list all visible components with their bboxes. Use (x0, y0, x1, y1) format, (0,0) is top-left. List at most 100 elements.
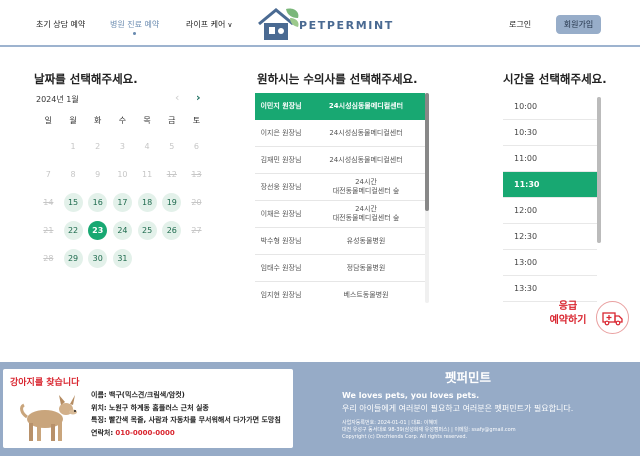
vet-option[interactable]: 임태수 원장님 정담동물병원 (255, 255, 425, 282)
weekday-label: 수 (118, 116, 127, 125)
time-slot[interactable]: 13:30 (503, 276, 597, 302)
location-label: 위치: (91, 403, 107, 412)
calendar-day: 8 (70, 169, 76, 179)
vet-option[interactable]: 임지현 원장님 베스트동물병원 (255, 282, 425, 303)
lost-pet-name-row: 이름: 백구(믹스견/크림색/암컷) (91, 389, 281, 402)
vet-option[interactable]: 이민지 원장님 24시성심동물메디컬센터 (255, 93, 425, 120)
nav-hospital-reservation[interactable]: 병원 진료 예약 (110, 19, 159, 30)
vet-hospital-line: 24시성심동물메디컬센터 (329, 155, 403, 164)
calendar-day: 1 (70, 141, 76, 151)
calendar-day: 9 (95, 169, 101, 179)
calendar-day: 21 (43, 225, 54, 235)
vet-hospital-line: 베스트동물병원 (343, 290, 389, 299)
calendar-week-row: 14 15 16 17 18 19 20 (36, 188, 218, 216)
vet-hospital: 베스트동물병원 (307, 291, 425, 300)
weekday-header: 일월화수목금토 (36, 110, 218, 132)
vet-hospital-line: 24시성심동물메디컬센터 (329, 128, 403, 137)
vet-name: 임태수 원장님 (260, 264, 302, 272)
calendar-day: 27 (191, 225, 202, 235)
emergency-label-line1: 응급 (558, 301, 578, 312)
calendar-day[interactable]: 29 (63, 248, 83, 268)
logo-text: PETPERMINT (299, 19, 394, 32)
vet-option[interactable]: 이채은 원장님 24시간 대전동물메디컬센터 숲 (255, 201, 425, 228)
nav-life-care-label: 라이프 케어 (186, 20, 226, 29)
time-slot[interactable]: 10:00 (503, 94, 597, 120)
calendar-day: 3 (119, 141, 125, 151)
contact-phone[interactable]: 010-0000-0000 (115, 429, 174, 437)
feature-value: 빨간색 목줄, 사람과 자동차를 무서워해서 다가가면 도망침 (108, 416, 281, 424)
calendar-day-selected[interactable]: 23 (88, 220, 108, 240)
calendar-day: 2 (95, 141, 101, 151)
vet-hospital-line: 24시간 (355, 205, 377, 213)
vet-name: 김재민 원장님 (260, 156, 302, 164)
weekday-label: 일 (44, 116, 53, 125)
weekday-label: 목 (143, 116, 151, 125)
next-month-icon[interactable]: › (196, 91, 201, 104)
vet-name: 이지은 원장님 (260, 129, 302, 137)
lost-pet-contact-row: 연락처: 010-0000-0000 (91, 427, 281, 440)
calendar-day: 13 (191, 169, 202, 179)
emergency-label-line2: 예약하기 (549, 315, 587, 326)
time-slot[interactable]: 13:00 (503, 250, 597, 276)
name-label: 이름: (91, 391, 107, 399)
time-slot[interactable]: 11:00 (503, 146, 597, 172)
vet-hospital: 24시성심동물메디컬센터 (307, 102, 425, 111)
logo[interactable]: PETPERMINT (256, 6, 392, 42)
time-scrollbar-thumb[interactable] (597, 97, 601, 243)
lost-pet-location-row: 위치: 노원구 하계동 홈플러스 근처 실종 (91, 402, 281, 415)
lost-pet-info: 이름: 백구(믹스견/크림색/암컷) 위치: 노원구 하계동 홈플러스 근처 실… (91, 389, 281, 439)
vet-option[interactable]: 장선웅 원장님 24시간 대전동물메디컬센터 숲 (255, 174, 425, 201)
vet-hospital: 24시성심동물메디컬센터 (307, 129, 425, 138)
calendar-day: 4 (144, 141, 150, 151)
vet-option[interactable]: 김재민 원장님 24시성심동물메디컬센터 (255, 147, 425, 174)
contact-label: 연락처: (91, 428, 114, 437)
time-slot[interactable]: 10:30 (503, 120, 597, 146)
calendar-week-row: 7 8 9 10 11 12 13 (36, 160, 218, 188)
vet-hospital-line: 24시성심동물메디컬센터 (328, 101, 404, 110)
calendar-day[interactable]: 24 (112, 220, 132, 240)
calendar-week-row: 28 29 30 31 (36, 244, 218, 272)
time-slot-list: 10:00 10:30 11:00 11:30 12:00 12:30 13:00 13:30 (503, 94, 597, 304)
vet-hospital: 24시성심동물메디컬센터 (307, 156, 425, 165)
calendar-day[interactable]: 17 (112, 192, 132, 212)
vet-name: 장선웅 원장님 (260, 183, 302, 191)
vet-section-title: 원하시는 수의사를 선택해주세요. (257, 72, 418, 86)
nav-life-care[interactable]: 라이프 케어 ∨ (186, 19, 232, 30)
vet-hospital-line: 유성동물병원 (346, 236, 386, 245)
nav-initial-consult[interactable]: 초기 상담 예약 (36, 19, 85, 30)
weekday-label: 토 (192, 116, 201, 125)
company-line-1: 사업자등록번호: 2024-01-01 | 대표: 이혜미 (342, 420, 438, 426)
calendar-day[interactable]: 31 (112, 248, 132, 268)
calendar-grid: 일월화수목금토 1 2 3 4 5 6 7 8 9 10 11 12 13 14 15 16 17 18 19 20 2… (36, 110, 218, 272)
vet-option[interactable]: 이지은 원장님 24시성심동물메디컬센터 (255, 120, 425, 147)
signup-button[interactable]: 회원가입 (556, 15, 601, 34)
vet-hospital-line: 24시간 (355, 178, 377, 186)
lost-pet-card[interactable]: 강아지를 찾습니다 이름: 백구(믹스견/크림색/암컷) 위치: 노원구 하계동… (3, 369, 293, 448)
time-slot-selected[interactable]: 11:30 (503, 172, 597, 198)
footer-slogan-en: We loves pets, you loves pets. (342, 391, 480, 400)
calendar-day[interactable]: 26 (162, 220, 182, 240)
name-value: 백구(믹스견/크림색/암컷) (108, 391, 185, 399)
prev-month-icon[interactable]: ‹ (175, 91, 179, 104)
calendar-day: 6 (193, 141, 200, 151)
vet-option[interactable]: 박수형 원장님 유성동물병원 (255, 228, 425, 255)
calendar-day[interactable]: 18 (137, 192, 157, 212)
time-slot[interactable]: 12:00 (503, 198, 597, 224)
vet-name: 임지현 원장님 (260, 291, 302, 299)
emergency-reservation-button[interactable]: 응급 예약하기 (540, 300, 630, 336)
calendar-day[interactable]: 19 (162, 192, 182, 212)
weekday-label: 월 (69, 116, 77, 125)
calendar-day: 28 (43, 253, 54, 263)
login-link[interactable]: 로그인 (509, 19, 531, 30)
calendar-day[interactable]: 25 (137, 220, 157, 240)
calendar-day[interactable]: 16 (88, 192, 108, 212)
vet-scrollbar-thumb[interactable] (425, 93, 429, 211)
ambulance-icon (596, 301, 629, 334)
top-header: 초기 상담 예약 병원 진료 예약 라이프 케어 ∨ PETPERMINT 로그인… (0, 0, 640, 48)
calendar-day[interactable]: 30 (88, 248, 108, 268)
time-slot[interactable]: 12:30 (503, 224, 597, 250)
calendar-day[interactable]: 15 (63, 192, 83, 212)
lost-pet-title: 강아지를 찾습니다 (10, 378, 80, 388)
location-value: 노원구 하계동 홈플러스 근처 실종 (108, 403, 209, 412)
calendar-day[interactable]: 22 (63, 220, 83, 240)
